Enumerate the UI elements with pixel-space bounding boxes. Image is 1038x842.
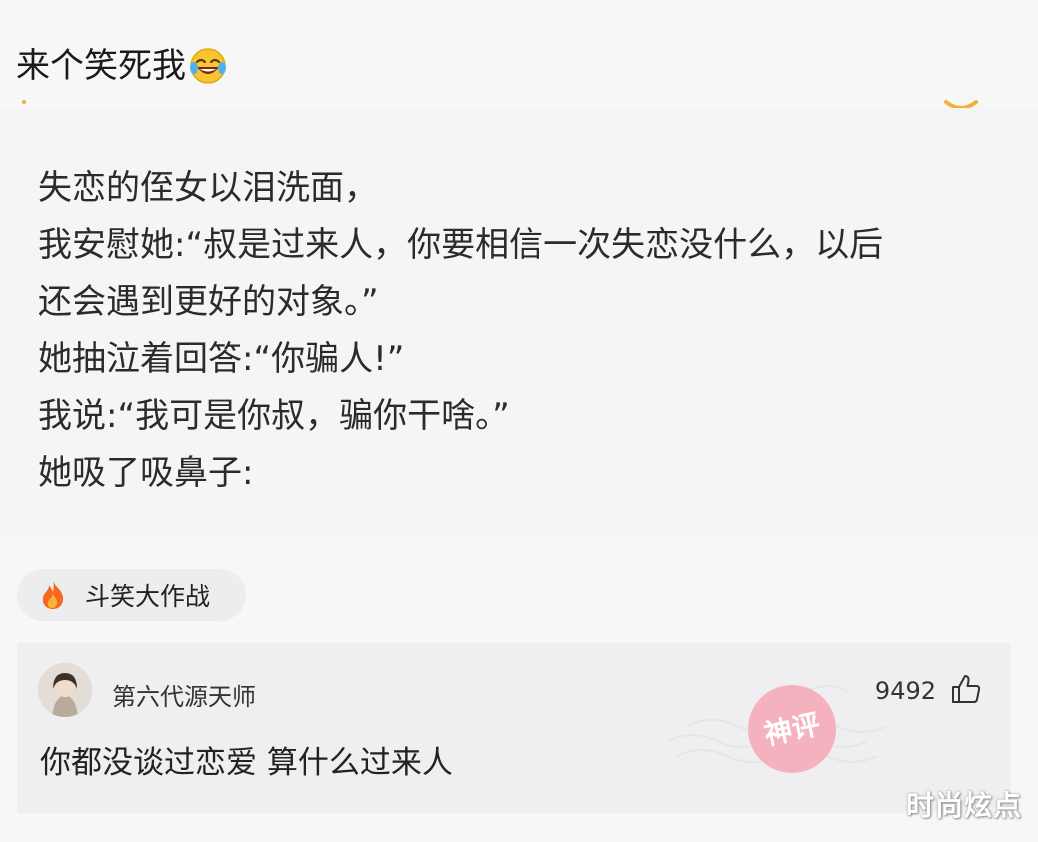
thumbs-up-icon[interactable] [949,673,981,705]
post-body-line: 还会遇到更好的对象。” [38,282,379,322]
decorative-dot [22,100,26,104]
post-title: 来个笑死我 [16,42,228,90]
avatar[interactable] [38,663,92,717]
watermark: 时尚炫点 [905,789,1022,822]
post-body-line: 我安慰她:“叔是过来人，你要相信一次失恋没什么，以后 [38,225,884,265]
post-body-line: 失恋的侄女以泪洗面， [38,168,378,208]
fire-icon [42,581,64,609]
comment-text: 你都没谈过恋爱 算什么过来人 [40,745,453,781]
like-count: 9492 [874,677,936,705]
post-body-line: 我说:“我可是你叔，骗你干啥。” [38,396,510,436]
commenter-name[interactable]: 第六代源天师 [112,677,256,712]
post-body: 失恋的侄女以泪洗面， 我安慰她:“叔是过来人，你要相信一次失恋没什么，以后 还会… [38,160,998,502]
post-title-text: 来个笑死我 [16,46,186,86]
post-body-line: 她抽泣着回答:“你骗人!” [38,339,405,379]
rolling-laughing-emoji-icon [190,48,226,84]
topic-label: 斗笑大作战 [85,582,211,611]
avatar-image [38,663,92,717]
comment-card: 第六代源天师 神评 9492 你都没谈过恋爱 算什么过来人 [17,643,1011,813]
god-comment-badge: 神评 [666,685,888,773]
topic-chip[interactable]: 斗笑大作战 [17,569,246,621]
post-body-line: 她吸了吸鼻子: [38,453,254,493]
